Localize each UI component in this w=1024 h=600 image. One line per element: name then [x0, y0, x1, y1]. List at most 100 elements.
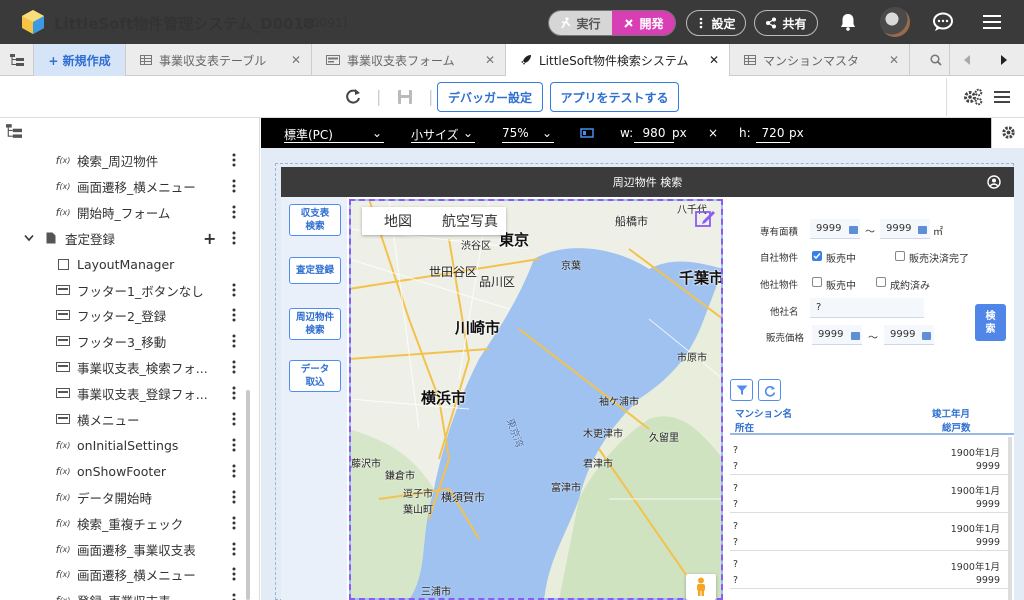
- width-input[interactable]: 980: [634, 126, 674, 143]
- bell-icon[interactable]: [838, 12, 858, 32]
- kebab-icon[interactable]: [231, 231, 237, 245]
- search-button[interactable]: 検 索: [975, 304, 1006, 341]
- screen-orientation-icon[interactable]: [580, 128, 594, 138]
- tree-item[interactable]: f (x) 画面遷移_事業収支表: [54, 536, 196, 562]
- close-icon[interactable]: ✕: [879, 53, 909, 67]
- size-select[interactable]: 小サイズ ⌄: [411, 126, 475, 143]
- user-circle-icon[interactable]: [987, 175, 1001, 189]
- kebab-icon[interactable]: [231, 283, 237, 297]
- tree-toggle-tab[interactable]: [0, 44, 34, 76]
- list-scrollbar[interactable]: [1008, 437, 1012, 600]
- kebab-icon[interactable]: [231, 360, 237, 374]
- chevron-down-icon[interactable]: [24, 234, 34, 242]
- kebab-icon[interactable]: [231, 334, 237, 348]
- map-type-aerial-button[interactable]: 航空写真: [434, 207, 506, 235]
- tab-mansion-master[interactable]: マンションマスタ ✕: [730, 44, 910, 76]
- col-mansion-name[interactable]: マンション名: [735, 406, 792, 420]
- gears-icon[interactable]: [963, 88, 983, 106]
- settings-button[interactable]: 設定: [686, 10, 746, 36]
- close-icon[interactable]: ✕: [281, 53, 311, 67]
- tree-item[interactable]: LayoutManager: [54, 251, 174, 277]
- map-view[interactable]: 東京 渋谷区 世田谷区 品川区 川崎市 横浜市 千葉市 八千代 船橋市 京葉 市…: [349, 199, 723, 600]
- close-icon[interactable]: ✕: [475, 53, 505, 67]
- kebab-icon[interactable]: [231, 308, 237, 322]
- kebab-icon[interactable]: [231, 490, 237, 504]
- reload-icon[interactable]: [344, 88, 362, 106]
- chat-icon[interactable]: [932, 11, 954, 33]
- save-icon[interactable]: [396, 88, 414, 106]
- col-location[interactable]: 所在: [735, 420, 754, 434]
- dev-mode-button[interactable]: 開発: [612, 11, 675, 35]
- kebab-icon[interactable]: [231, 153, 237, 167]
- refresh-button[interactable]: [758, 379, 781, 401]
- tree-item[interactable]: f (x) データ開始時: [54, 484, 152, 510]
- street-view-button[interactable]: [686, 574, 716, 600]
- other-selling-checkbox[interactable]: [812, 277, 822, 287]
- list-menu-icon[interactable]: [994, 88, 1010, 106]
- tab-business-form[interactable]: 事業収支表フォーム ✕: [312, 44, 506, 76]
- other-contracted-checkbox[interactable]: [876, 277, 886, 287]
- tab-search-system[interactable]: LittleSoft物件検索システム ✕: [506, 44, 730, 76]
- close-icon[interactable]: ✕: [699, 53, 729, 67]
- filter-button[interactable]: [730, 379, 753, 401]
- tree-item[interactable]: f (x) 開始時_フォーム: [54, 199, 171, 225]
- list-item[interactable]: ?? 1900年1月 9999: [730, 475, 1008, 513]
- share-button[interactable]: 共有: [754, 10, 818, 36]
- tree-item[interactable]: f (x) 検索_重複チェック: [54, 510, 184, 536]
- tree-item[interactable]: フッター1_ボタンなし: [54, 277, 204, 303]
- canvas-settings-button[interactable]: [991, 118, 1024, 148]
- list-item[interactable]: ?? 1900年1月 9999: [730, 437, 1008, 475]
- tree-item[interactable]: 査定登録: [24, 225, 115, 251]
- tree-item[interactable]: 事業収支表_登録フォ...: [54, 380, 208, 406]
- kebab-icon[interactable]: [231, 412, 237, 426]
- add-icon[interactable]: +: [203, 229, 216, 248]
- device-select[interactable]: 標準(PC) ⌄: [284, 126, 384, 143]
- own-settled-checkbox[interactable]: [895, 251, 905, 261]
- kebab-icon[interactable]: [231, 205, 237, 219]
- tree-item[interactable]: f (x) 画面遷移_横メニュー: [54, 173, 196, 199]
- map-type-map-button[interactable]: 地図: [362, 207, 434, 235]
- run-mode-button[interactable]: 実行: [549, 11, 612, 35]
- map-type-control[interactable]: 地図 航空写真: [362, 207, 506, 235]
- list-item[interactable]: ?? 1900年1月 9999: [730, 513, 1008, 551]
- tree-item[interactable]: f (x) 検索_周辺物件: [54, 147, 159, 173]
- nav-data-import-button[interactable]: データ 取込: [289, 360, 341, 392]
- col-units[interactable]: 総戸数: [942, 420, 971, 434]
- kebab-icon[interactable]: [231, 516, 237, 530]
- tab-business-table[interactable]: 事業収支表テーブル ✕: [126, 44, 312, 76]
- kebab-icon[interactable]: [231, 593, 237, 600]
- zoom-select[interactable]: 75% ⌄: [502, 126, 554, 143]
- company-input[interactable]: ?: [810, 298, 924, 318]
- nav-assessment-register-button[interactable]: 査定登録: [289, 257, 341, 284]
- test-app-button[interactable]: アプリをテストする: [550, 82, 679, 112]
- kebab-icon[interactable]: [231, 542, 237, 556]
- kebab-icon[interactable]: [231, 386, 237, 400]
- kebab-icon[interactable]: [231, 567, 237, 581]
- height-input[interactable]: 720: [756, 126, 790, 143]
- tab-search[interactable]: [910, 44, 950, 76]
- tree-item[interactable]: 横メニュー: [54, 406, 140, 432]
- col-completion[interactable]: 竣工年月: [932, 406, 970, 420]
- tree-item[interactable]: f (x) 画面遷移_横メニュー: [54, 561, 196, 587]
- nav-balance-search-button[interactable]: 収支表 検索: [289, 204, 341, 236]
- kebab-icon[interactable]: [231, 464, 237, 478]
- tab-scroll-left[interactable]: [950, 44, 984, 76]
- tree-item[interactable]: 事業収支表_検索フォ...: [54, 354, 208, 380]
- new-tab-button[interactable]: + 新規作成: [34, 44, 126, 76]
- nav-nearby-search-button[interactable]: 周辺物件 検索: [289, 308, 341, 340]
- kebab-icon[interactable]: [231, 179, 237, 193]
- hamburger-menu-icon[interactable]: [982, 12, 1002, 32]
- list-item[interactable]: ?? 1900年1月 9999: [730, 551, 1008, 589]
- debugger-settings-button[interactable]: デバッガー設定: [437, 82, 543, 112]
- edit-icon[interactable]: [694, 208, 716, 230]
- tree-item[interactable]: フッター2_登録: [54, 302, 166, 328]
- tree-item[interactable]: f (x) onShowFooter: [54, 458, 167, 484]
- own-selling-checkbox[interactable]: [812, 251, 822, 261]
- tree-item[interactable]: フッター3_移動: [54, 328, 166, 354]
- mode-toggle[interactable]: 実行 開発: [548, 10, 676, 36]
- tab-scroll-right[interactable]: [984, 44, 1024, 76]
- tree-item[interactable]: f (x) onInitialSettings: [54, 432, 179, 458]
- user-avatar[interactable]: [880, 7, 910, 37]
- kebab-icon[interactable]: [231, 438, 237, 452]
- tree-item[interactable]: f(x) 登録_事業収支表: [54, 587, 171, 600]
